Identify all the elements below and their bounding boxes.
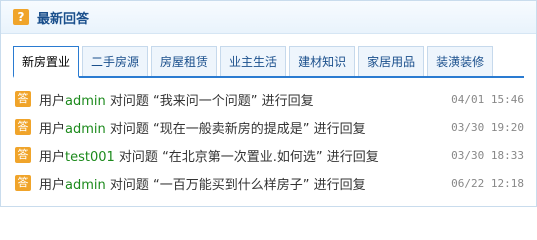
- question-link[interactable]: “现在一般卖新房的提成是”: [153, 122, 309, 137]
- list-item-text: 用户admin 对问题 “我来问一个问题” 进行回复: [39, 93, 314, 109]
- panel-header: ? 最新回答: [1, 1, 536, 34]
- tab-owner-life[interactable]: 业主生活: [220, 46, 287, 76]
- question-link[interactable]: “一百万能买到什么样房子”: [153, 178, 309, 193]
- list-item-text: 用户admin 对问题 “一百万能买到什么样房子” 进行回复: [39, 177, 366, 193]
- category-tabs: 新房置业 二手房源 房屋租赁 业主生活 建材知识 家居用品 装潢装修: [13, 46, 524, 78]
- list-item-text: 用户admin 对问题 “现在一般卖新房的提成是” 进行回复: [39, 121, 366, 137]
- latest-answers-panel: ? 最新回答 新房置业 二手房源 房屋租赁 业主生活 建材知识 家居用品 装潢装…: [0, 0, 537, 207]
- tab-decoration[interactable]: 装潢装修: [427, 46, 494, 76]
- answer-icon: 答: [15, 119, 31, 135]
- tab-materials[interactable]: 建材知识: [289, 46, 356, 76]
- tab-new-homes[interactable]: 新房置业: [13, 46, 80, 78]
- timestamp: 06/22 12:18: [451, 176, 524, 190]
- question-link[interactable]: “我来问一个问题”: [153, 94, 257, 109]
- panel-title: 最新回答: [37, 11, 90, 27]
- timestamp: 03/30 18:33: [451, 148, 524, 162]
- answer-icon: 答: [15, 147, 31, 163]
- answer-list: 答 用户admin 对问题 “我来问一个问题” 进行回复 04/01 15:46…: [1, 78, 536, 197]
- answer-icon: 答: [15, 91, 31, 107]
- tab-second-hand[interactable]: 二手房源: [82, 46, 149, 76]
- list-item[interactable]: 答 用户admin 对问题 “现在一般卖新房的提成是” 进行回复 03/30 1…: [13, 113, 524, 141]
- list-item[interactable]: 答 用户admin 对问题 “我来问一个问题” 进行回复 04/01 15:46: [13, 85, 524, 113]
- list-item[interactable]: 答 用户admin 对问题 “一百万能买到什么样房子” 进行回复 06/22 1…: [13, 169, 524, 197]
- user-link[interactable]: admin: [65, 178, 106, 193]
- timestamp: 03/30 19:20: [451, 120, 524, 134]
- question-icon: ?: [13, 9, 29, 25]
- question-link[interactable]: “在北京第一次置业.如何选”: [162, 150, 323, 165]
- tab-rental[interactable]: 房屋租赁: [151, 46, 218, 76]
- user-link[interactable]: admin: [65, 122, 106, 137]
- user-link[interactable]: admin: [65, 94, 106, 109]
- list-item[interactable]: 答 用户test001 对问题 “在北京第一次置业.如何选” 进行回复 03/3…: [13, 141, 524, 169]
- answer-icon: 答: [15, 175, 31, 191]
- tab-home-goods[interactable]: 家居用品: [358, 46, 425, 76]
- timestamp: 04/01 15:46: [451, 92, 524, 106]
- user-link[interactable]: test001: [65, 150, 115, 165]
- list-item-text: 用户test001 对问题 “在北京第一次置业.如何选” 进行回复: [39, 149, 379, 165]
